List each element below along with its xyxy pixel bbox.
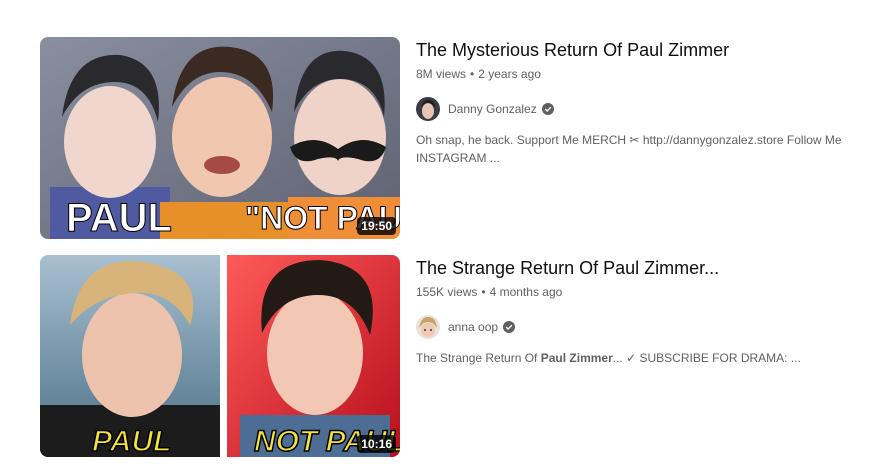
video-title[interactable]: The Mysterious Return Of Paul Zimmer: [416, 37, 860, 63]
channel-link[interactable]: Danny Gonzalez: [416, 97, 860, 121]
video-stats: 8M views • 2 years ago: [416, 65, 860, 83]
video-description: The Strange Return Of Paul Zimmer... ✓ S…: [416, 349, 856, 367]
channel-avatar[interactable]: [416, 315, 440, 339]
view-count: 155K views: [416, 285, 478, 299]
view-count: 8M views: [416, 67, 467, 81]
thumbnail-image: PAUL NOT PAUL: [40, 255, 400, 457]
duration-badge: 10:16: [357, 435, 396, 453]
video-meta: The Strange Return Of Paul Zimmer... 155…: [416, 255, 860, 367]
channel-name[interactable]: Danny Gonzalez: [448, 100, 537, 118]
description-highlight: Paul Zimmer: [540, 351, 613, 365]
channel-link[interactable]: anna oop: [416, 315, 860, 339]
video-title[interactable]: The Strange Return Of Paul Zimmer...: [416, 255, 860, 281]
video-meta: The Mysterious Return Of Paul Zimmer 8M …: [416, 37, 860, 167]
verified-badge-icon: [503, 321, 516, 333]
separator: •: [470, 67, 475, 81]
verified-badge-icon: [541, 103, 554, 115]
description-text: The Strange Return Of: [416, 351, 541, 365]
upload-age: 2 years ago: [478, 67, 541, 81]
thumbnail-image: PAUL "NOT PAUL": [40, 37, 400, 239]
video-result[interactable]: PAUL "NOT PAUL" 19:50 The Mysterious Ret…: [40, 37, 860, 239]
video-description: Oh snap, he back. Support Me MERCH ✂ htt…: [416, 133, 842, 165]
description-text: ... ✓ SUBSCRIBE FOR DRAMA: ...: [612, 351, 801, 365]
channel-name[interactable]: anna oop: [448, 318, 498, 336]
thumb-text-left: PAUL: [66, 196, 172, 239]
duration-badge: 19:50: [357, 217, 396, 235]
separator: •: [481, 285, 486, 299]
video-result[interactable]: PAUL NOT PAUL 10:16 The Strange Return O…: [40, 255, 860, 457]
thumb-text-left: PAUL: [92, 425, 171, 457]
video-thumbnail[interactable]: PAUL "NOT PAUL" 19:50: [40, 37, 400, 239]
video-stats: 155K views • 4 months ago: [416, 283, 860, 301]
upload-age: 4 months ago: [489, 285, 563, 299]
channel-avatar[interactable]: [416, 97, 440, 121]
video-thumbnail[interactable]: PAUL NOT PAUL 10:16: [40, 255, 400, 457]
